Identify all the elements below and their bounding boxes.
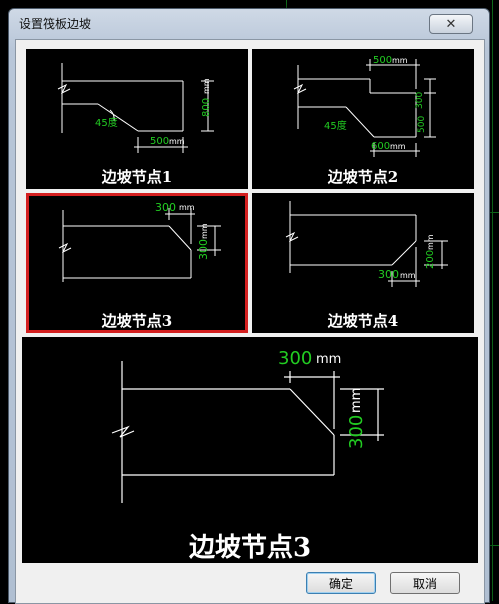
close-button[interactable]: ✕ xyxy=(429,14,473,34)
dialog-content: 45度 500 mm 800 mm 边坡节点1 500 mm 300 500 4… xyxy=(15,39,485,604)
option-3-width-unit: mm xyxy=(179,203,195,212)
preview-width-unit: mm xyxy=(316,352,341,367)
option-2-bottom-unit: mm xyxy=(390,142,406,151)
preview-width-label: 300 xyxy=(278,348,312,369)
option-slope-node-4[interactable]: 300 mm 200 mm 边坡节点4 xyxy=(252,193,474,333)
option-4-height-unit: mm xyxy=(426,234,435,250)
option-3-label: 边坡节点3 xyxy=(101,312,173,330)
option-1-width-unit: mm xyxy=(169,137,185,146)
option-2-right-label: 300 xyxy=(415,92,425,109)
option-4-label: 边坡节点4 xyxy=(327,312,399,330)
option-2-angle-label: 45度 xyxy=(324,119,347,132)
preview-label: 边坡节点3 xyxy=(188,533,312,563)
option-4-height-label: 200 xyxy=(425,250,436,269)
option-2-bottom-label: 600 xyxy=(371,141,390,152)
option-4-width-label: 300 xyxy=(378,268,399,281)
option-3-height-label: 300 xyxy=(197,239,210,260)
dialog-window: 设置筏板边坡 ✕ 45度 500 mm 800 mm 边坡节点1 500 mm … xyxy=(8,8,490,604)
option-slope-node-1[interactable]: 45度 500 mm 800 mm 边坡节点1 xyxy=(26,49,248,189)
option-1-height-unit: mm xyxy=(202,78,211,94)
option-2-top-label: 500 xyxy=(373,55,392,66)
option-2-side-label: 500 xyxy=(417,116,427,133)
title-bar: 设置筏板边坡 ✕ xyxy=(9,9,489,35)
option-3-width-label: 300 xyxy=(155,201,176,214)
option-1-width-label: 500 xyxy=(150,136,169,147)
option-2-label: 边坡节点2 xyxy=(327,168,399,186)
option-1-label: 边坡节点1 xyxy=(101,168,173,186)
window-title: 设置筏板边坡 xyxy=(19,17,92,31)
cancel-button[interactable]: 取消 xyxy=(390,572,460,594)
option-4-width-unit: mm xyxy=(400,271,416,280)
cad-grid-line xyxy=(492,0,493,601)
preview-height-label: 300 xyxy=(346,415,367,449)
option-1-height-label: 800 xyxy=(201,98,212,117)
option-3-height-unit: mm xyxy=(200,223,209,239)
preview-height-unit: mm xyxy=(349,388,364,413)
option-slope-node-3[interactable]: 300 mm 300 mm 边坡节点3 xyxy=(26,193,248,333)
close-icon: ✕ xyxy=(445,16,457,32)
option-2-top-unit: mm xyxy=(392,56,408,65)
preview-panel: 300 mm 300 mm 边坡节点3 xyxy=(22,337,478,563)
cad-grid-line xyxy=(286,0,287,8)
ok-button[interactable]: 确定 xyxy=(306,572,376,594)
option-1-angle-label: 45度 xyxy=(95,116,118,129)
option-slope-node-2[interactable]: 500 mm 300 500 45度 600 mm 边坡节点2 xyxy=(252,49,474,189)
